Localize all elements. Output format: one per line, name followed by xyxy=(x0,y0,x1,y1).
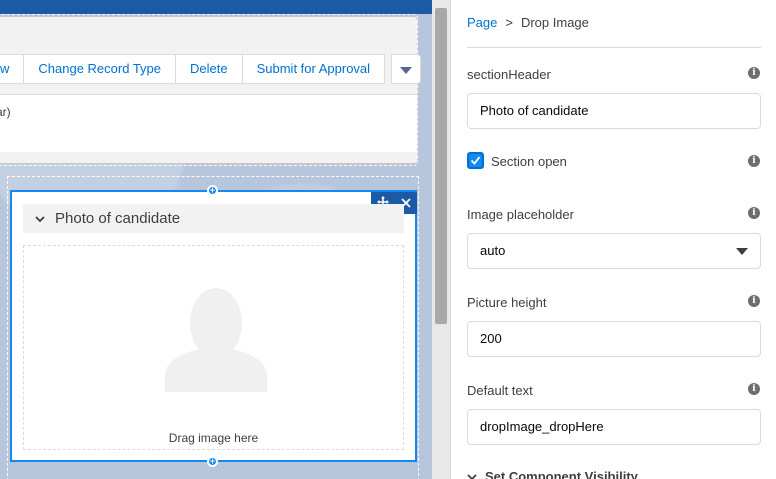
delete-button[interactable]: Delete xyxy=(175,54,243,84)
scrollbar-thumb[interactable] xyxy=(435,8,447,324)
chevron-down-icon xyxy=(467,473,477,479)
section-header-input[interactable]: Photo of candidate xyxy=(467,93,761,129)
record-detail-text: ar) xyxy=(0,105,11,119)
info-icon[interactable]: i xyxy=(748,207,760,219)
info-icon[interactable]: i xyxy=(748,67,760,79)
record-detail-area: ar) xyxy=(0,94,417,152)
add-icon[interactable]: + xyxy=(207,456,218,467)
divider xyxy=(467,47,761,48)
image-placeholder-value: auto xyxy=(480,243,506,258)
check-icon xyxy=(470,156,481,165)
avatar-placeholder-icon xyxy=(165,288,267,392)
builder-canvas: w Change Record Type Delete Submit for A… xyxy=(0,0,432,479)
breadcrumb-separator: > xyxy=(505,15,513,30)
image-placeholder-label: Image placeholder xyxy=(467,207,574,222)
properties-panel: Page > Drop Image sectionHeader i Photo … xyxy=(451,0,776,479)
chevron-down-icon xyxy=(35,215,45,222)
default-text-label: Default text xyxy=(467,383,533,398)
caret-down-icon xyxy=(736,248,748,255)
info-icon[interactable]: i xyxy=(748,155,760,167)
record-action-buttons: w Change Record Type Delete Submit for A… xyxy=(0,54,422,84)
section-header[interactable]: Photo of candidate xyxy=(23,204,404,233)
picture-height-label: Picture height xyxy=(467,295,547,310)
section-open-checkbox[interactable] xyxy=(467,152,484,169)
submit-for-approval-button[interactable]: Submit for Approval xyxy=(241,54,386,84)
section-header-label: sectionHeader xyxy=(467,67,551,82)
canvas-header-band xyxy=(0,0,432,14)
add-icon[interactable]: + xyxy=(207,185,218,196)
breadcrumb-current: Drop Image xyxy=(520,15,589,30)
change-record-type-button[interactable]: Change Record Type xyxy=(23,54,177,84)
breadcrumb-page-link[interactable]: Page xyxy=(467,15,497,30)
component-visibility-toggle[interactable]: Set Component Visibility xyxy=(467,469,638,479)
canvas-scrollbar[interactable] xyxy=(432,0,450,479)
visibility-label: Set Component Visibility xyxy=(485,469,638,479)
more-actions-button[interactable] xyxy=(391,54,422,84)
info-icon[interactable]: i xyxy=(748,383,760,395)
action-button-partial[interactable]: w xyxy=(0,54,25,84)
image-placeholder-select[interactable]: auto xyxy=(467,233,761,269)
drop-hint: Drag image here xyxy=(168,431,259,445)
image-drop-area[interactable]: Drag image here xyxy=(23,245,404,450)
picture-height-input[interactable]: 200 xyxy=(467,321,761,357)
caret-down-icon xyxy=(400,67,413,74)
default-text-input[interactable]: dropImage_dropHere xyxy=(467,409,761,445)
section-open-label[interactable]: Section open xyxy=(491,154,567,169)
section-title: Photo of candidate xyxy=(55,210,181,227)
info-icon[interactable]: i xyxy=(748,295,760,307)
breadcrumb: Page > Drop Image xyxy=(467,15,589,30)
